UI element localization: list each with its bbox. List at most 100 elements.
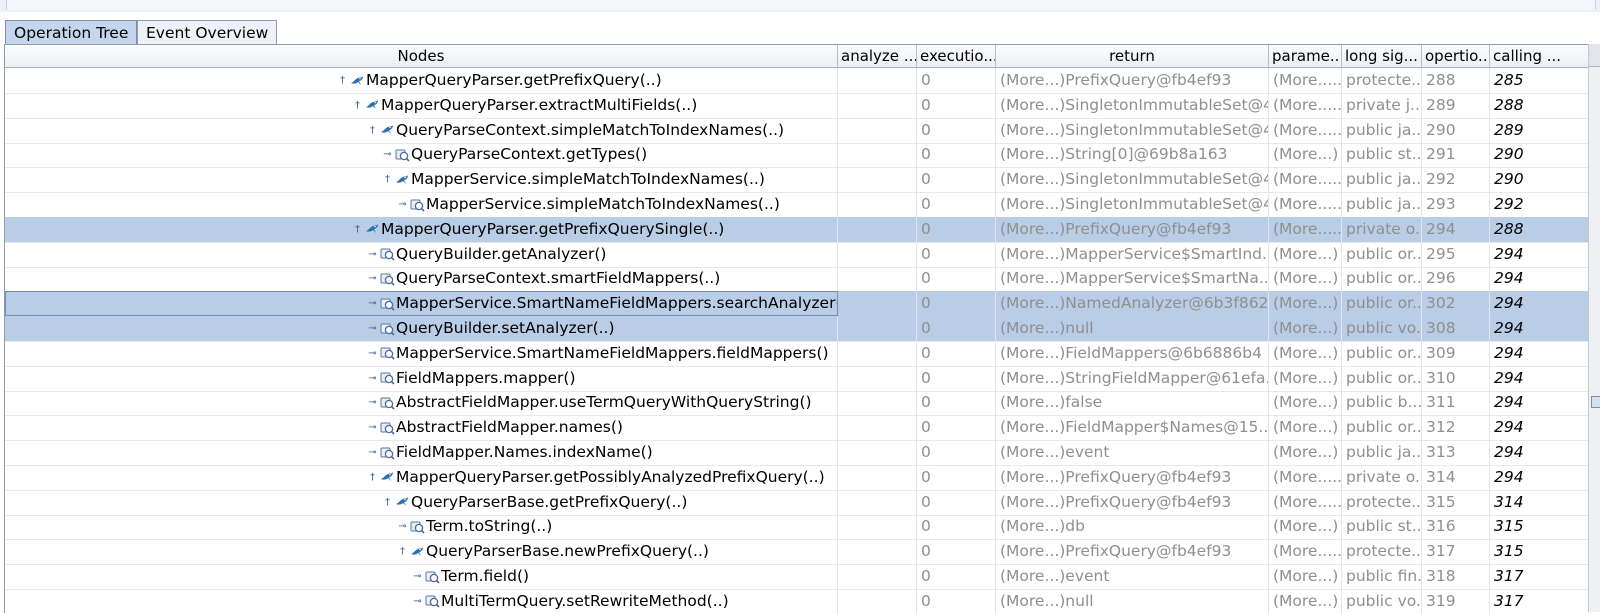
column-header-execution[interactable]: executio... [917,45,996,67]
cell-node[interactable]: ⊸ AbstractFieldMapper.useTermQueryWithQue… [5,390,838,416]
tree-node[interactable]: ⊸ FieldMappers.mapper() [366,366,576,391]
table-row[interactable]: ⊸ MultiTermQuery.setRewriteMethod(..) 0 (Mo… [5,588,1591,613]
table-row[interactable]: ⊸ AbstractFieldMapper.useTermQueryWithQue… [5,390,1591,417]
cell-node[interactable]: † QueryParserBase.newPrefixQuery(..) [5,539,838,565]
cell-node[interactable]: ⊸ FieldMappers.mapper() [5,365,838,391]
method-bird-icon [394,172,411,188]
tree-node[interactable]: ⊸ Term.toString(..) [396,514,552,539]
table-row[interactable]: ⊸ QueryParseContext.getTypes() 0 (More...)S… [5,142,1591,169]
cell-node[interactable]: † QueryParserBase.getPrefixQuery(..) [5,489,838,515]
tree-expand-handle-icon[interactable]: † [351,217,364,242]
cell-node[interactable]: ⊸ QueryBuilder.setAnalyzer(..) [5,316,838,341]
column-header-nodes[interactable]: Nodes [5,45,838,67]
cell-node[interactable]: ⊸ MapperService.SmartNameFieldMappers.sea… [5,291,838,317]
table-row[interactable]: † MapperQueryParser.extractMultiFields(..… [5,92,1591,119]
tree-expand-handle-icon[interactable]: † [366,118,379,143]
tree-node[interactable]: ⊸ QueryParseContext.getTypes() [381,142,647,167]
tree-expand-handle-icon[interactable]: † [396,539,409,564]
tree-node[interactable]: ⊸ MapperService.simpleMatchToIndexNames(.… [396,192,780,217]
cell-analyze [838,291,917,317]
tree-node[interactable]: ⊸ QueryParseContext.smartFieldMappers(..) [366,266,720,291]
tree-expand-handle-icon[interactable]: † [366,465,379,490]
tree-node[interactable]: † QueryParserBase.newPrefixQuery(..) [396,539,709,564]
cell-node[interactable]: ⊸ Term.field() [5,564,838,589]
tree-node[interactable]: † MapperService.simpleMatchToIndexNames(.… [381,167,765,192]
cell-node[interactable]: ⊸ QueryBuilder.getAnalyzer() [5,241,838,267]
tree-node[interactable]: ⊸ FieldMapper.Names.indexName() [366,440,652,465]
cell-node[interactable]: † MapperQueryParser.getPrefixQuery(..) [5,68,838,93]
table-row[interactable]: ⊸ AbstractFieldMapper.names() 0 (More...)Fi… [5,415,1591,442]
table-row[interactable]: † MapperQueryParser.getPrefixQuery(..) 0 (M… [5,68,1591,94]
tab-event-overview[interactable]: Event Overview [137,20,278,45]
cell-parameters: (More...) [1269,588,1342,613]
cell-node[interactable]: † QueryParseContext.simpleMatchToIndexNam… [5,117,838,143]
cell-node[interactable]: ⊸ Term.toString(..) [5,514,838,540]
table-row[interactable]: ⊸ MapperService.SmartNameFieldMappers.sea… [5,291,1591,318]
tree-node[interactable]: ⊸ MultiTermQuery.setRewriteMethod(..) [411,589,728,613]
cell-node[interactable]: † MapperQueryParser.getPossiblyAnalyzedPr… [5,464,838,490]
cell-operation: 288 [1422,68,1490,93]
tab-operation-tree[interactable]: Operation Tree [5,20,138,45]
column-header-calling[interactable]: calling ... [1490,45,1591,67]
cell-node[interactable]: † MapperQueryParser.getPrefixQuerySingle(… [5,216,838,242]
table-row[interactable]: ⊸ FieldMappers.mapper() 0 (More...)StringFi… [5,365,1591,392]
cell-node[interactable]: ⊸ MapperService.SmartNameFieldMappers.fie… [5,340,838,366]
table-row[interactable]: † MapperService.simpleMatchToIndexNames(.… [5,167,1591,194]
tree-node[interactable]: † MapperQueryParser.getPossiblyAnalyzedPr… [366,465,825,490]
tree-node[interactable]: ⊸ MapperService.SmartNameFieldMappers.fie… [366,341,828,366]
tree-node[interactable]: ⊸ AbstractFieldMapper.names() [366,415,623,440]
table-row[interactable]: ⊸ QueryParseContext.smartFieldMappers(..)… [5,266,1591,293]
table-row[interactable]: ⊸ Term.field() 0 (More...)event (More...) pub… [5,564,1591,590]
tree-node[interactable]: † MapperQueryParser.extractMultiFields(..… [351,93,697,118]
cell-node[interactable]: † MapperQueryParser.extractMultiFields(..… [5,92,838,118]
table-row[interactable]: ⊸ QueryBuilder.getAnalyzer() 0 (More...)Map… [5,241,1591,268]
tree-expand-handle-icon[interactable]: † [381,490,394,515]
cell-calling: 294 [1490,440,1591,465]
scroll-marker[interactable] [1591,396,1600,408]
column-header-parameters[interactable]: parame... [1269,45,1342,67]
cell-node[interactable]: ⊸ MapperService.simpleMatchToIndexNames(.… [5,192,838,217]
table-row[interactable]: ⊸ MapperService.simpleMatchToIndexNames(.… [5,192,1591,218]
vertical-scrollbar[interactable] [1588,44,1600,612]
node-label: AbstractFieldMapper.useTermQueryWithQuer… [396,393,812,412]
tree-node[interactable]: ⊸ MapperService.SmartNameFieldMappers.sea… [366,291,837,316]
tree-node[interactable]: ⊸ QueryBuilder.getAnalyzer() [366,242,606,267]
cell-return: (More...)event [996,564,1269,589]
tree-expand-handle-icon[interactable]: † [381,167,394,192]
table-row[interactable]: † QueryParserBase.newPrefixQuery(..) 0 (Mor… [5,539,1591,566]
tree-expand-handle-icon[interactable]: † [351,93,364,118]
tree-node[interactable]: ⊸ Term.field() [411,564,529,589]
column-header-return[interactable]: return [996,45,1269,67]
table-row[interactable]: ⊸ FieldMapper.Names.indexName() 0 (More...)… [5,440,1591,466]
cell-node[interactable]: † MapperService.simpleMatchToIndexNames(.… [5,167,838,193]
tree-node[interactable]: ⊸ QueryBuilder.setAnalyzer(..) [366,316,615,341]
column-chooser-corner[interactable] [1589,44,1600,67]
tree-node[interactable]: † QueryParserBase.getPrefixQuery(..) [381,490,687,515]
cell-node[interactable]: ⊸ MultiTermQuery.setRewriteMethod(..) [5,588,838,613]
node-label: FieldMappers.mapper() [396,368,576,387]
column-header-long-signature[interactable]: long sig... [1342,45,1422,67]
table-row[interactable]: † QueryParserBase.getPrefixQuery(..) 0 (Mor… [5,489,1591,516]
cell-node[interactable]: ⊸ FieldMapper.Names.indexName() [5,440,838,465]
table-row[interactable]: ⊸ MapperService.SmartNameFieldMappers.fie… [5,340,1591,367]
table-row[interactable]: ⊸ Term.toString(..) 0 (More...)db (More...) p… [5,514,1591,541]
tree-expand-handle-icon[interactable]: † [336,68,349,93]
cell-node[interactable]: ⊸ AbstractFieldMapper.names() [5,415,838,441]
tree-node[interactable]: † MapperQueryParser.getPrefixQuery(..) [336,68,662,93]
table-row[interactable]: † MapperQueryParser.getPrefixQuerySingle(… [5,216,1591,243]
cell-operation: 312 [1422,415,1490,441]
node-label: QueryBuilder.setAnalyzer(..) [396,319,615,337]
leaf-call-icon [379,321,396,337]
table-row[interactable]: † MapperQueryParser.getPossiblyAnalyzedPr… [5,464,1591,491]
table-row[interactable]: † QueryParseContext.simpleMatchToIndexNam… [5,117,1591,144]
cell-node[interactable]: ⊸ QueryParseContext.smartFieldMappers(..) [5,266,838,292]
cell-node[interactable]: ⊸ QueryParseContext.getTypes() [5,142,838,168]
tree-node[interactable]: ⊸ AbstractFieldMapper.useTermQueryWithQue… [366,390,812,415]
tree-node[interactable]: † MapperQueryParser.getPrefixQuerySingle(… [351,217,724,242]
column-header-analyze[interactable]: analyze ... [838,45,917,67]
tree-node[interactable]: † QueryParseContext.simpleMatchToIndexNam… [366,118,784,143]
cell-operation: 310 [1422,365,1490,391]
table-row[interactable]: ⊸ QueryBuilder.setAnalyzer(..) 0 (More...)n… [5,316,1591,342]
column-header-operation[interactable]: opertio... [1422,45,1490,67]
leaf-call-icon [424,569,441,585]
